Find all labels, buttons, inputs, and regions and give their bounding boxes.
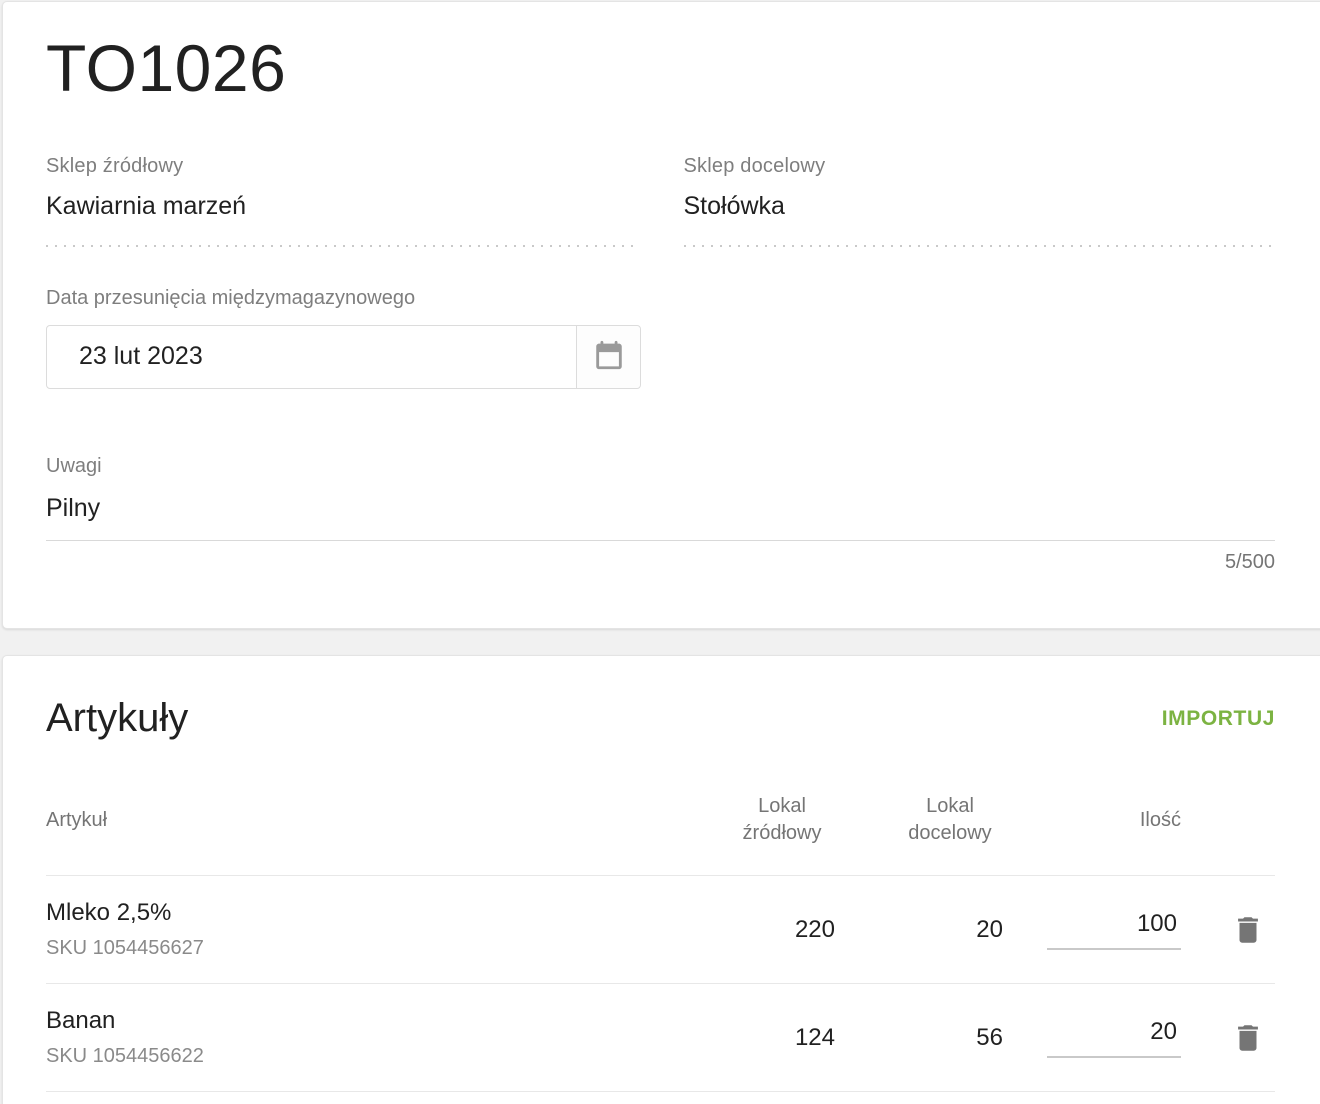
transfer-date-label: Data przesunięcia międzymagazynowego	[46, 286, 416, 309]
header-article: Artykuł	[46, 808, 108, 831]
page-title: TO1026	[46, 31, 287, 105]
item-quantity-cell	[1003, 1017, 1181, 1058]
items-section-title: Artykuły	[46, 696, 189, 740]
target-store-underline	[683, 244, 1275, 247]
target-store-label: Sklep docelowy	[683, 154, 826, 177]
items-section-header: Artykuły IMPORTUJ	[46, 656, 1275, 741]
item-name: Mleko 2,5%	[46, 899, 172, 926]
notes-label: Uwagi	[46, 454, 102, 477]
target-store-select[interactable]: Stołówka	[684, 192, 1276, 221]
item-actions-cell	[1181, 907, 1275, 953]
item-source-stock: 124	[794, 1023, 835, 1051]
item-name: Banan	[46, 1007, 116, 1034]
header-quantity: Ilość	[1139, 808, 1181, 831]
notes-input[interactable]	[46, 489, 1275, 524]
items-card: Artykuły IMPORTUJ Artykuł Lokal źródłowy…	[2, 655, 1320, 1104]
table-row: Mleko 2,5% SKU 1054456627 220 20	[46, 876, 1275, 984]
item-quantity-cell	[1003, 909, 1181, 950]
calendar-icon	[592, 338, 626, 375]
header-source-stock: Lokal źródłowy	[742, 795, 822, 844]
source-store-label: Sklep źródłowy	[46, 154, 184, 177]
item-source-stock: 220	[794, 915, 835, 943]
header-target-stock: Lokal docelowy	[908, 795, 992, 844]
item-target-stock: 20	[976, 915, 1003, 943]
transfer-date-field	[46, 324, 641, 389]
trash-icon	[1231, 916, 1265, 952]
item-actions-cell	[1181, 1015, 1275, 1061]
trash-icon	[1231, 1024, 1265, 1060]
target-store-field: Sklep docelowy Stołówka	[683, 154, 1276, 247]
quantity-input[interactable]	[1047, 1017, 1181, 1058]
store-fields-row: Sklep źródłowy Kawiarnia marzeń Sklep do…	[46, 155, 1275, 247]
source-store-field: Sklep źródłowy Kawiarnia marzeń	[46, 155, 638, 247]
notes-char-counter: 5/500	[1224, 550, 1275, 573]
transfer-date-input[interactable]	[47, 325, 576, 388]
source-store-underline	[46, 244, 638, 247]
order-details-card: TO1026 Sklep źródłowy Kawiarnia marzeń S…	[2, 1, 1320, 629]
item-sku: SKU 1054456622	[46, 1045, 204, 1067]
item-name-cell: Banan SKU 1054456622	[46, 1007, 685, 1068]
item-target-stock: 56	[976, 1023, 1003, 1051]
import-button[interactable]: IMPORTUJ	[1162, 699, 1275, 739]
source-store-select[interactable]: Kawiarnia marzeń	[46, 192, 638, 221]
transfer-order-page: TO1026 Sklep źródłowy Kawiarnia marzeń S…	[0, 0, 1320, 1104]
notes-underline	[46, 539, 1275, 541]
open-calendar-button[interactable]	[576, 325, 640, 388]
item-name-cell: Mleko 2,5% SKU 1054456627	[46, 899, 685, 960]
item-sku: SKU 1054456627	[46, 937, 204, 959]
delete-item-button[interactable]	[1227, 1015, 1269, 1061]
delete-item-button[interactable]	[1227, 907, 1269, 953]
items-table-header: Artykuł Lokal źródłowy Lokal docelowy Il…	[46, 793, 1275, 876]
table-row: Banan SKU 1054456622 124 56	[46, 984, 1275, 1092]
quantity-input[interactable]	[1047, 909, 1181, 950]
